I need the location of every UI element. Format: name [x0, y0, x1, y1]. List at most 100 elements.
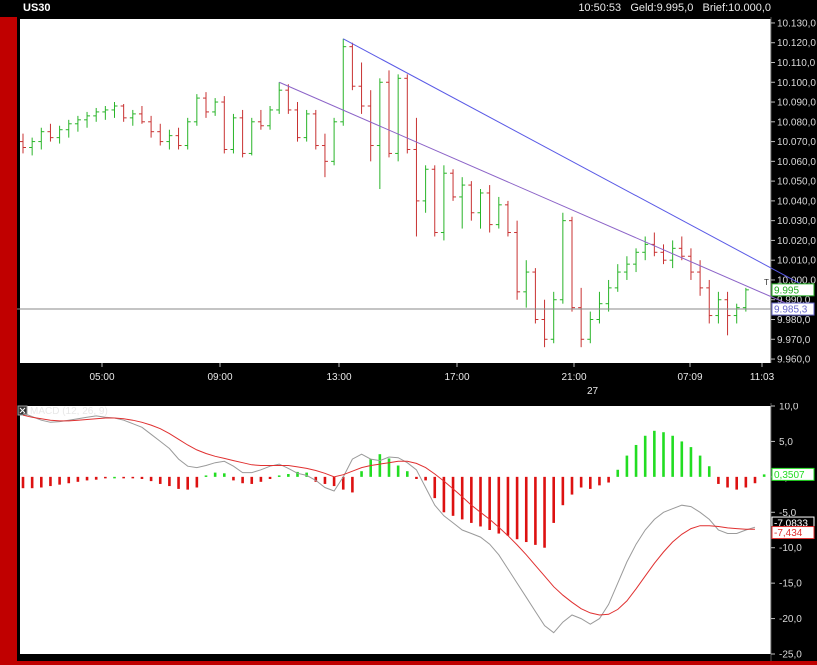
- time-axis-label: 05:00: [89, 372, 114, 383]
- price-axis-tick-label: 10.120,0: [777, 38, 816, 49]
- price-axis-tick-label: 10.130,0: [777, 18, 816, 29]
- macd-plot-area[interactable]: [20, 406, 771, 654]
- time-axis-label: 09:00: [207, 372, 232, 383]
- macd-histogram-bar: [762, 474, 766, 477]
- chart-window: US30 10:50:53 Geld:9.995,0 Brief:10.000,…: [0, 0, 817, 665]
- last-bar-marker: T: [764, 278, 769, 287]
- macd-value-tag-label: -7,434: [774, 528, 803, 539]
- macd-histogram-bar: [268, 476, 272, 479]
- price-axis-tick-label: 9.970,0: [777, 335, 811, 346]
- macd-histogram-bar: [232, 476, 235, 481]
- macd-axis-tick-label: -15,0: [779, 579, 802, 590]
- macd-title: MACD (12, 26, 9): [30, 406, 108, 417]
- price-tag: 9.995: [771, 283, 815, 297]
- macd-histogram-bar: [543, 476, 546, 548]
- macd-histogram-bar: [689, 447, 693, 477]
- macd-histogram-bar: [378, 454, 382, 477]
- macd-histogram-bar: [470, 476, 473, 523]
- day-label: 27: [587, 386, 599, 397]
- macd-histogram-bar: [140, 476, 144, 479]
- macd-histogram-bar: [643, 435, 647, 477]
- price-axis-tick-label: 10.030,0: [777, 216, 816, 227]
- macd-histogram-bar: [351, 476, 354, 493]
- macd-histogram-bar: [387, 458, 391, 477]
- price-plot-area[interactable]: [20, 19, 771, 363]
- bid-value: 9.995,0: [656, 2, 694, 14]
- time-axis-band: [20, 363, 771, 403]
- quote-time: 10:50:53: [578, 2, 622, 14]
- macd-histogram-bar: [369, 459, 372, 477]
- price-tag-label: 9.995: [774, 285, 799, 296]
- macd-histogram-bar: [589, 476, 592, 489]
- macd-histogram-bar: [104, 476, 107, 479]
- price-axis-tick-label: 10.020,0: [777, 236, 816, 247]
- macd-histogram-bar: [707, 466, 711, 477]
- time-axis-label: 11:03: [750, 372, 775, 383]
- time-axis-label: 21:00: [561, 372, 586, 383]
- macd-histogram-bar: [122, 476, 125, 479]
- macd-histogram-bar: [58, 476, 61, 485]
- macd-histogram-bar: [671, 435, 674, 477]
- macd-histogram-bar: [717, 476, 720, 484]
- macd-histogram-bar: [186, 476, 189, 490]
- macd-histogram-bar: [534, 476, 537, 545]
- price-tag-label: 9.985,3: [774, 305, 808, 316]
- macd-histogram-bar: [323, 476, 327, 484]
- macd-histogram-bar: [177, 476, 180, 489]
- macd-histogram-bar: [579, 476, 583, 488]
- macd-histogram-bar: [506, 476, 510, 536]
- macd-histogram-bar: [451, 476, 455, 516]
- price-chart[interactable]: 9.960,09.970,09.980,09.990,010.000,010.0…: [17, 17, 817, 403]
- time-axis-label: 07:09: [677, 372, 702, 383]
- macd-histogram-bar: [479, 476, 482, 527]
- macd-histogram-bar: [570, 476, 574, 495]
- macd-histogram-bar: [204, 475, 208, 477]
- macd-chart-panel[interactable]: 10,05,00,0-5,0-10,0-15,0-20,0-25,0MACD (…: [17, 403, 817, 661]
- price-axis-tick-label: 10.090,0: [777, 98, 816, 109]
- macd-histogram-bar: [241, 476, 244, 484]
- macd-axis-tick-label: 5,0: [779, 437, 793, 448]
- macd-axis-tick-label: -20,0: [779, 614, 802, 625]
- macd-histogram-bar: [726, 476, 729, 488]
- title-bar: US30 10:50:53 Geld:9.995,0 Brief:10.000,…: [0, 0, 817, 17]
- macd-histogram-bar: [30, 476, 34, 489]
- price-axis-tick-label: 10.070,0: [777, 137, 816, 148]
- macd-histogram-bar: [735, 476, 738, 490]
- price-axis-tick-label: 10.110,0: [777, 58, 816, 69]
- macd-histogram-bar: [616, 469, 620, 477]
- macd-histogram-bar: [85, 476, 89, 481]
- macd-histogram-bar: [607, 476, 610, 483]
- macd-histogram-bar: [67, 476, 71, 484]
- price-axis-tick-label: 10.060,0: [777, 157, 816, 168]
- macd-histogram-bar: [195, 476, 199, 488]
- time-axis-label: 17:00: [444, 372, 469, 383]
- macd-histogram-bar: [561, 476, 565, 506]
- macd-histogram-bar: [213, 472, 217, 477]
- macd-value-tag: 0,3507: [771, 467, 815, 481]
- macd-histogram-bar: [424, 476, 427, 481]
- macd-histogram-bar: [406, 471, 409, 477]
- macd-histogram-bar: [40, 476, 43, 488]
- macd-histogram-bar: [223, 473, 226, 477]
- ask-value: 10.000,0: [728, 2, 771, 14]
- price-chart-panel[interactable]: 9.960,0 9.970,0 9.980,0 9.990,0 10.000,0 10.0…: [17, 17, 817, 403]
- macd-axis-tick-label: -25,0: [779, 650, 802, 661]
- time-axis-label: 13:00: [326, 372, 351, 383]
- macd-histogram-bar: [49, 476, 52, 487]
- macd-histogram-bar: [259, 476, 263, 482]
- macd-histogram-bar: [94, 476, 98, 480]
- macd-histogram-bar: [598, 476, 601, 486]
- macd-chart[interactable]: 10,05,00,0-5,0-10,0-15,0-20,0-25,0MACD (…: [17, 403, 817, 661]
- macd-histogram-bar: [753, 476, 757, 484]
- quote-status: 10:50:53 Geld:9.995,0 Brief:10.000,0: [578, 2, 771, 14]
- macd-histogram-bar: [680, 441, 684, 477]
- price-tag: 9.985,3: [771, 302, 815, 316]
- macd-histogram-bar: [744, 476, 748, 488]
- macd-histogram-bar: [524, 476, 528, 543]
- macd-histogram-bar: [113, 476, 116, 479]
- price-axis-tick-label: 10.080,0: [777, 117, 816, 128]
- macd-histogram-bar: [396, 465, 400, 477]
- macd-histogram-bar: [488, 476, 491, 530]
- macd-histogram-bar: [76, 476, 80, 482]
- macd-histogram-bar: [360, 471, 363, 477]
